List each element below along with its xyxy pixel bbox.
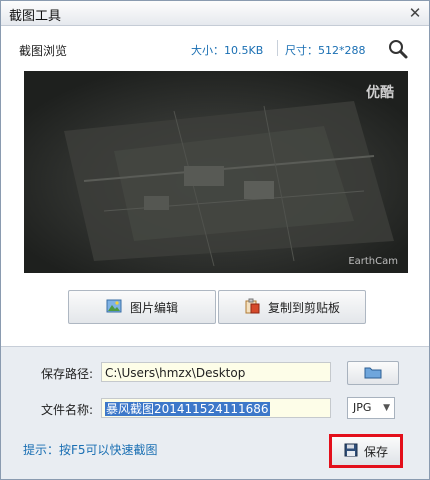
info-divider xyxy=(277,40,278,56)
save-path-label: 保存路径: xyxy=(41,367,94,381)
save-label: 保存 xyxy=(363,444,388,459)
file-name-value: 暴风截图201411524111686 xyxy=(105,402,270,416)
format-value: JPG xyxy=(353,401,372,414)
save-path-field[interactable]: C:\Users\hmzx\Desktop xyxy=(101,362,331,382)
edit-image-label: 图片编辑 xyxy=(129,300,178,315)
edit-image-icon xyxy=(106,298,122,317)
chevron-down-icon: ▼ xyxy=(383,403,390,413)
file-size-text: 大小：10.5KB xyxy=(191,44,264,57)
dimension-text: 尺寸：512*288 xyxy=(285,44,366,57)
file-name-field[interactable]: 暴风截图201411524111686 xyxy=(101,398,331,418)
save-icon xyxy=(344,443,358,460)
title-bar: 截图工具 ✕ xyxy=(1,1,429,26)
zoom-search-icon[interactable] xyxy=(387,38,409,60)
preview-label: 截图浏览 xyxy=(19,44,68,58)
watermark-bottom: EarthCam xyxy=(348,256,398,267)
folder-icon xyxy=(364,365,382,382)
browse-folder-button[interactable] xyxy=(347,361,399,385)
copy-to-clipboard-button[interactable]: 复制到剪贴板 xyxy=(218,290,366,324)
save-button[interactable]: 保存 xyxy=(329,434,403,468)
screenshot-preview-image: 优酷 EarthCam xyxy=(24,71,408,273)
save-panel: 保存路径: C:\Users\hmzx\Desktop 文件名称: 暴风截图20… xyxy=(1,346,429,479)
screenshot-tool-window: 截图工具 ✕ 截图浏览 大小：10.5KB 尺寸：512*288 优酷 Eart… xyxy=(0,0,430,480)
edit-image-button[interactable]: 图片编辑 xyxy=(68,290,216,324)
format-select[interactable]: JPG ▼ xyxy=(347,397,395,419)
window-title: 截图工具 xyxy=(9,9,62,24)
preview-panel: 截图浏览 大小：10.5KB 尺寸：512*288 优酷 EarthCam 图片… xyxy=(1,26,429,346)
file-name-label: 文件名称: xyxy=(41,403,94,417)
action-bar: 图片编辑 复制到剪贴板 xyxy=(1,281,429,336)
close-icon[interactable]: ✕ xyxy=(407,5,423,21)
clipboard-icon xyxy=(244,298,260,317)
watermark-top: 优酷 xyxy=(366,85,394,101)
shortcut-hint: 提示：按F5可以快速截图 xyxy=(23,443,158,457)
copy-to-clipboard-label: 复制到剪贴板 xyxy=(267,300,340,315)
